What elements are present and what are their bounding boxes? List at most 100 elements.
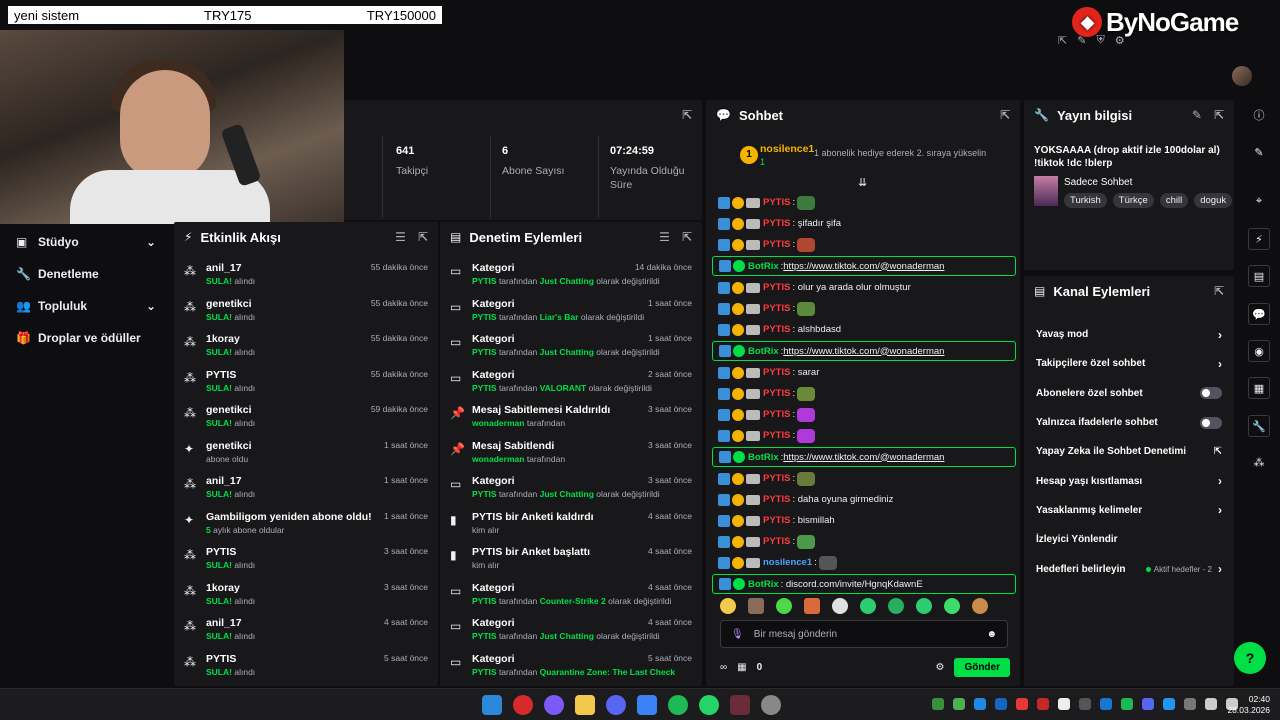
emote-icon[interactable] xyxy=(804,598,820,614)
activity-item[interactable]: ⁂ 1koray SULA! alındı 3 saat önce xyxy=(174,576,438,612)
activity-item[interactable]: ⁂ PYTIS SULA! alındı 3 saat önce xyxy=(174,540,438,576)
chat-username[interactable]: BotRix xyxy=(748,261,779,272)
copilot-icon[interactable] xyxy=(544,695,564,715)
channel-action-item[interactable]: Hedefleri belirleyin Aktif hedefler - 2 › xyxy=(1024,554,1234,583)
moderation-item[interactable]: ▭ Kategori PYTIS tarafından Just Chattin… xyxy=(440,256,702,292)
chat-message[interactable]: PYTIS: daha oyuna girmediniz xyxy=(712,489,1016,510)
channel-action-item[interactable]: Yasaklanmış kelimeler › xyxy=(1024,496,1234,525)
filter-icon[interactable]: ☰ xyxy=(659,230,670,244)
whatsapp-icon[interactable] xyxy=(699,695,719,715)
moderation-item[interactable]: ▭ Kategori PYTIS tarafından Just Chattin… xyxy=(440,611,702,647)
activity-item[interactable]: ✦ genetikci abone oldu 1 saat önce xyxy=(174,434,438,470)
settings-icon[interactable]: ⚙ xyxy=(1115,34,1125,47)
chat-message[interactable]: PYTIS: sarar xyxy=(712,362,1016,383)
nav-moderation[interactable]: 🔧 Denetleme xyxy=(0,258,172,290)
edit-icon[interactable]: ✎ xyxy=(1077,34,1086,47)
lightning-icon[interactable]: ⚡ xyxy=(1248,228,1270,250)
channel-action-item[interactable]: Abonelere özel sohbet xyxy=(1024,379,1234,408)
channel-action-item[interactable]: Yavaş mod › xyxy=(1024,320,1234,349)
chat-username[interactable]: PYTIS xyxy=(763,218,790,229)
chat-username[interactable]: PYTIS xyxy=(763,324,790,335)
chat-message[interactable]: PYTIS: bismillah xyxy=(712,510,1016,531)
nav-drops[interactable]: 🎁 Droplar ve ödüller xyxy=(0,322,172,354)
activity-item[interactable]: ⁂ anil_17 SULA! alındı 4 saat önce xyxy=(174,611,438,647)
toggle-switch[interactable] xyxy=(1200,416,1222,429)
channel-action-item[interactable]: Takipçilere özel sohbet › xyxy=(1024,349,1234,378)
chat-message[interactable]: PYTIS: xyxy=(712,383,1016,404)
moderation-item[interactable]: ▭ Kategori PYTIS tarafından VALORANT ola… xyxy=(440,363,702,399)
chat-message[interactable]: PYTIS: xyxy=(712,425,1016,446)
chat-username[interactable]: BotRix xyxy=(748,452,779,463)
app-icon[interactable] xyxy=(730,695,750,715)
filter-icon[interactable]: ☰ xyxy=(395,230,406,244)
chat-username[interactable]: PYTIS xyxy=(763,494,790,505)
channel-action-item[interactable]: Yapay Zeka ile Sohbet Denetimi ⇱ xyxy=(1024,437,1234,466)
chat-message[interactable]: nosilence1: xyxy=(712,552,1016,573)
microphone-icon[interactable]: 🎙 xyxy=(731,629,744,640)
windows-start-icon[interactable] xyxy=(482,695,502,715)
taskbar-clock[interactable]: 02:40 28.03.2026 xyxy=(1227,694,1270,716)
activity-item[interactable]: ⁂ genetikci SULA! alındı 59 dakika önce xyxy=(174,398,438,434)
edit-icon[interactable]: ✎ xyxy=(1192,108,1202,122)
mail-icon[interactable] xyxy=(637,695,657,715)
channel-action-item[interactable]: Yalnızca ifadelerle sohbet xyxy=(1024,408,1234,437)
chat-username[interactable]: PYTIS xyxy=(763,197,790,208)
document-icon[interactable]: ▤ xyxy=(1248,265,1270,287)
chat-username[interactable]: BotRix xyxy=(748,346,779,357)
chat-username[interactable]: PYTIS xyxy=(763,430,790,441)
tray-icon[interactable] xyxy=(1058,698,1070,710)
popout-icon[interactable]: ⇱ xyxy=(418,230,428,244)
tag[interactable]: doguk xyxy=(1194,193,1233,208)
chat-username[interactable]: PYTIS xyxy=(763,473,790,484)
chat-username[interactable]: PYTIS xyxy=(763,367,790,378)
activity-item[interactable]: ⁂ genetikci SULA! alındı 55 dakika önce xyxy=(174,292,438,328)
chat-username[interactable]: PYTIS xyxy=(763,515,790,526)
discord-icon[interactable] xyxy=(1142,698,1154,710)
emote-icon[interactable] xyxy=(916,598,932,614)
tray-icon[interactable] xyxy=(1016,698,1028,710)
chat-message[interactable]: PYTIS: xyxy=(712,404,1016,425)
chat-message[interactable]: PYTIS: xyxy=(712,298,1016,319)
activity-item[interactable]: ✦ Gambiligom yeniden abone oldu! 5 aylık… xyxy=(174,505,438,541)
chat-username[interactable]: PYTIS xyxy=(763,536,790,547)
activity-item[interactable]: ⁂ PYTIS SULA! alındı 55 dakika önce xyxy=(174,363,438,399)
popout-icon[interactable]: ⇱ xyxy=(682,230,692,244)
opera-icon[interactable] xyxy=(513,695,533,715)
community-icon[interactable]: ⁂ xyxy=(1248,452,1270,474)
emote-icon[interactable] xyxy=(720,598,736,614)
send-button[interactable]: Gönder xyxy=(954,657,1010,677)
activity-item[interactable]: ⁂ anil_17 SULA! alındı 55 dakika önce xyxy=(174,256,438,292)
folder-icon[interactable] xyxy=(575,695,595,715)
chat-username[interactable]: nosilence1 xyxy=(763,557,812,568)
moderation-item[interactable]: ▭ Kategori PYTIS tarafından Just Chattin… xyxy=(440,327,702,363)
chat-link[interactable]: https://www.tiktok.com/@wonaderman xyxy=(783,452,944,463)
shield-icon[interactable]: ⛨ xyxy=(1096,34,1104,47)
chat-message[interactable]: PYTIS: xyxy=(712,531,1016,552)
tray-icon[interactable] xyxy=(953,698,965,710)
popout-icon[interactable]: ⇱ xyxy=(682,108,692,122)
tray-icon[interactable] xyxy=(1100,698,1112,710)
tray-icon[interactable] xyxy=(995,698,1007,710)
chat-bubble-icon[interactable]: 💬 xyxy=(1248,303,1270,325)
moderation-item[interactable]: ▭ Kategori PYTIS tarafından Just Chattin… xyxy=(440,469,702,505)
moderation-item[interactable]: ▮ PYTIS bir Anket başlattı kim alır 4 sa… xyxy=(440,540,702,576)
toggle-switch[interactable] xyxy=(1200,387,1222,400)
info-icon[interactable]: ⓘ xyxy=(1248,105,1270,127)
emote-icon[interactable] xyxy=(832,598,848,614)
activity-item[interactable]: ⁂ anil_17 SULA! alındı 1 saat önce xyxy=(174,469,438,505)
help-button[interactable]: ? xyxy=(1234,642,1266,674)
channel-action-item[interactable]: Hesap yaşı kısıtlaması › xyxy=(1024,466,1234,495)
chat-username[interactable]: PYTIS xyxy=(763,388,790,399)
discord-icon[interactable] xyxy=(606,695,626,715)
emote-icon[interactable] xyxy=(860,598,876,614)
spotify-icon[interactable] xyxy=(668,695,688,715)
settings-icon[interactable]: ⚙ xyxy=(935,662,944,673)
chat-message[interactable]: BotRix: https://www.tiktok.com/@wonaderm… xyxy=(712,447,1016,467)
nvidia-icon[interactable] xyxy=(932,698,944,710)
chat-username[interactable]: PYTIS xyxy=(763,303,790,314)
chat-link[interactable]: https://www.tiktok.com/@wonaderman xyxy=(783,261,944,272)
emote-icon[interactable] xyxy=(944,598,960,614)
tag[interactable]: chill xyxy=(1159,193,1189,208)
moderation-item[interactable]: 📌 Mesaj Sabitlendi wonaderman tarafından… xyxy=(440,434,702,470)
tray-icon[interactable] xyxy=(1163,698,1175,710)
